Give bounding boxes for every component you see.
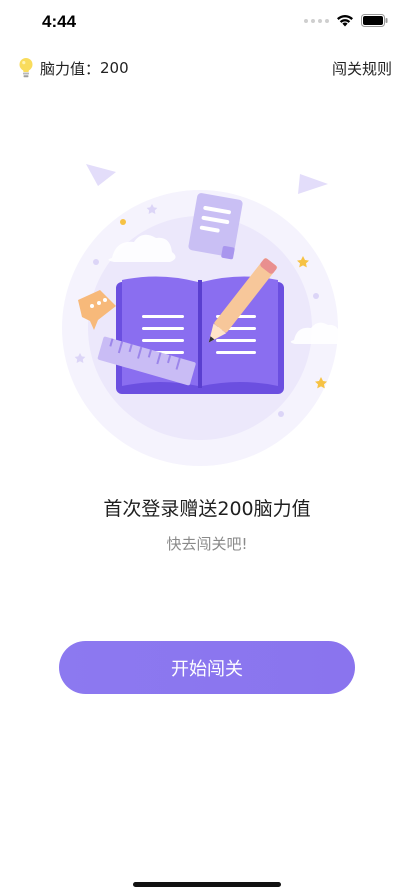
battery-icon [361, 14, 388, 27]
lightbulb-icon [19, 58, 33, 78]
brain-points-value: 200 [100, 59, 129, 77]
brain-points: 脑力值： 200 [18, 57, 129, 79]
home-indicator [133, 882, 281, 887]
book-illustration [62, 164, 343, 466]
status-bar: 4:44 [0, 0, 414, 44]
status-time: 4:44 [42, 12, 77, 31]
sparkle-dot [120, 219, 126, 225]
rules-link[interactable]: 闯关规则 [332, 58, 392, 79]
open-book [116, 276, 284, 394]
sparkle-dot [313, 293, 319, 299]
status-icons [304, 14, 388, 27]
welcome-subline: 快去闯关吧! [166, 535, 248, 553]
sparkle-dot [278, 411, 284, 417]
paper-plane-icon [298, 174, 328, 194]
welcome-headline: 首次登录赠送200脑力值 [103, 498, 311, 520]
top-row: 脑力值： 200 闯关规则 [0, 54, 414, 82]
sparkle-dot [93, 259, 99, 265]
start-challenge-button[interactable]: 开始闯关 [59, 641, 355, 694]
brain-points-label: 脑力值： [40, 59, 101, 78]
wifi-icon [337, 14, 353, 27]
paper-plane-icon [86, 164, 116, 186]
screen: 4:44 脑力值： 200 闯关规则 首次登录赠送200脑力值 快去闯关吧! 开… [0, 0, 414, 896]
signal-icon [304, 18, 329, 23]
